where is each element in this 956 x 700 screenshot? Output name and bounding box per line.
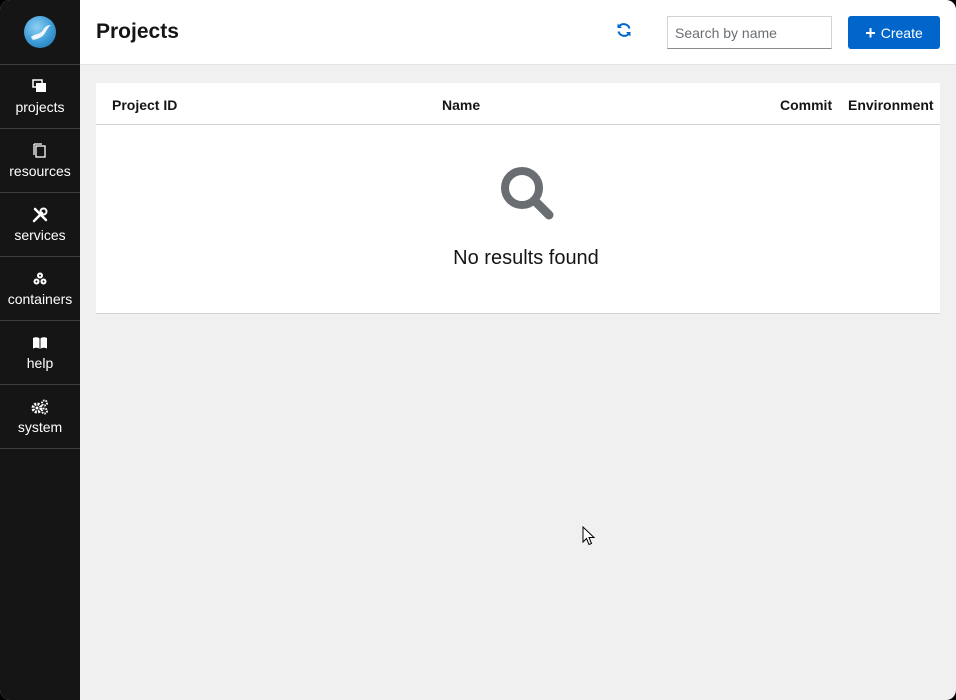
app-logo[interactable] <box>24 16 56 48</box>
resources-icon <box>31 142 49 160</box>
column-header-environment[interactable]: Environment <box>848 97 934 113</box>
sidebar-item-label: system <box>17 419 63 435</box>
sidebar-item-label: resources <box>9 163 71 179</box>
column-header-name[interactable]: Name <box>442 97 480 113</box>
mouse-cursor-icon <box>582 525 596 551</box>
refresh-button[interactable] <box>614 22 634 42</box>
containers-icon <box>31 270 49 288</box>
empty-state: No results found <box>96 125 940 313</box>
system-gears-icon <box>31 398 49 416</box>
sidebar: projects resources services containers h… <box>0 0 80 700</box>
sidebar-item-projects[interactable]: projects <box>0 65 80 129</box>
sidebar-item-help[interactable]: help <box>0 321 80 385</box>
sidebar-item-containers[interactable]: containers <box>0 257 80 321</box>
column-header-project-id[interactable]: Project ID <box>112 97 177 113</box>
help-book-icon <box>31 334 49 352</box>
sidebar-item-label: help <box>26 355 54 371</box>
sidebar-item-label: projects <box>15 99 65 115</box>
table-header: Project ID Name Commit Environment <box>96 83 940 125</box>
search-input[interactable] <box>667 16 832 49</box>
projects-table: Project ID Name Commit Environment No re… <box>96 83 940 314</box>
logo-area <box>0 0 80 65</box>
sidebar-item-services[interactable]: services <box>0 193 80 257</box>
search-icon <box>499 165 555 226</box>
create-button[interactable]: + Create <box>848 16 940 49</box>
create-button-label: Create <box>880 24 923 41</box>
projects-icon <box>31 78 49 96</box>
app-window: projects resources services containers h… <box>0 0 956 700</box>
sidebar-item-resources[interactable]: resources <box>0 129 80 193</box>
page-title: Projects <box>96 20 179 43</box>
services-icon <box>31 206 49 224</box>
sidebar-item-system[interactable]: system <box>0 385 80 449</box>
sidebar-item-label: services <box>14 227 66 243</box>
column-header-commit[interactable]: Commit <box>780 97 832 113</box>
refresh-icon <box>616 22 632 43</box>
empty-state-message: No results found <box>453 247 599 269</box>
plus-icon: + <box>865 22 876 43</box>
page-header: Projects + Create <box>80 0 956 65</box>
sidebar-item-label: containers <box>7 291 73 307</box>
